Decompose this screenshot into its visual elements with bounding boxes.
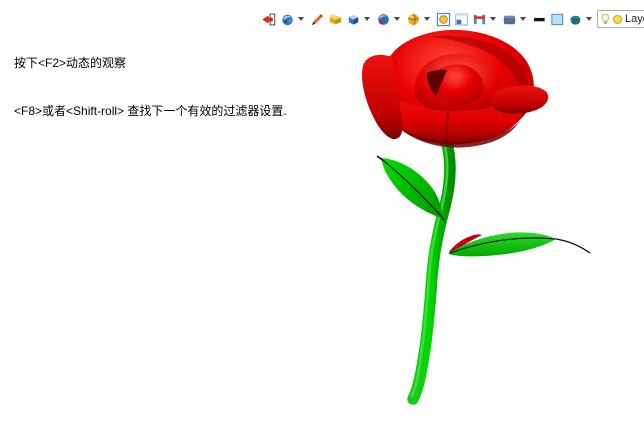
exit-icon: [262, 12, 277, 27]
h-tool-button[interactable]: [471, 11, 488, 28]
layer-color-swatch: [613, 15, 622, 24]
viewport-window-icon: [454, 12, 469, 27]
blue-plane-button[interactable]: [549, 11, 566, 28]
top-toolbar: Layer0000: [261, 10, 644, 28]
cube-icon: [346, 12, 361, 27]
open-box-button[interactable]: [327, 11, 344, 28]
teal-material-icon: [568, 12, 583, 27]
exit-button[interactable]: [261, 11, 278, 28]
rose-flower[interactable]: [362, 30, 548, 148]
shaded-solid-icon: [502, 12, 517, 27]
command-prompt-line1: 按下<F2>动态的观察: [14, 55, 287, 71]
viewport-window-button[interactable]: [453, 11, 470, 28]
orbit-sphere-icon: [280, 12, 295, 27]
cad-application-window: { "prompt": { "line1": "按下<F2>动态的观察", "l…: [0, 0, 644, 430]
render-region-icon: [436, 12, 451, 27]
layer-name-label: Layer0000: [625, 13, 644, 25]
layer-on-bulb-icon: [601, 13, 610, 26]
pencil-icon: [310, 12, 325, 27]
blue-plane-icon: [550, 12, 565, 27]
shaded-sphere-button[interactable]: [375, 11, 392, 28]
orange-sphere-dropdown-icon[interactable]: [423, 11, 430, 28]
shaded-sphere-icon: [376, 12, 391, 27]
command-prompt-line2: <F8>或者<Shift-roll> 查找下一个有效的过滤器设置.: [14, 103, 287, 119]
orbit-sphere-button[interactable]: [279, 11, 296, 28]
cube-dropdown-icon[interactable]: [363, 11, 370, 28]
thick-line-button[interactable]: [531, 11, 548, 28]
shaded-solid-dropdown-icon[interactable]: [519, 11, 526, 28]
cube-button[interactable]: [345, 11, 362, 28]
h-tool-dropdown-icon[interactable]: [489, 11, 496, 28]
command-prompt: 按下<F2>动态的观察 <F8>或者<Shift-roll> 查找下一个有效的过…: [14, 23, 287, 135]
open-box-icon: [328, 12, 343, 27]
teal-material-dropdown-icon[interactable]: [585, 11, 592, 28]
h-tool-icon: [472, 12, 487, 27]
thick-line-icon: [532, 12, 547, 27]
shaded-sphere-dropdown-icon[interactable]: [393, 11, 400, 28]
teal-material-button[interactable]: [567, 11, 584, 28]
pencil-button[interactable]: [309, 11, 326, 28]
shaded-solid-button[interactable]: [501, 11, 518, 28]
orbit-sphere-dropdown-icon[interactable]: [297, 11, 304, 28]
layer-control-combobox[interactable]: Layer0000: [597, 10, 644, 28]
rose-model[interactable]: [362, 30, 590, 399]
orange-sphere-button[interactable]: [405, 11, 422, 28]
render-region-button[interactable]: [435, 11, 452, 28]
left-leaf[interactable]: [381, 158, 442, 218]
orange-sphere-icon: [406, 12, 421, 27]
